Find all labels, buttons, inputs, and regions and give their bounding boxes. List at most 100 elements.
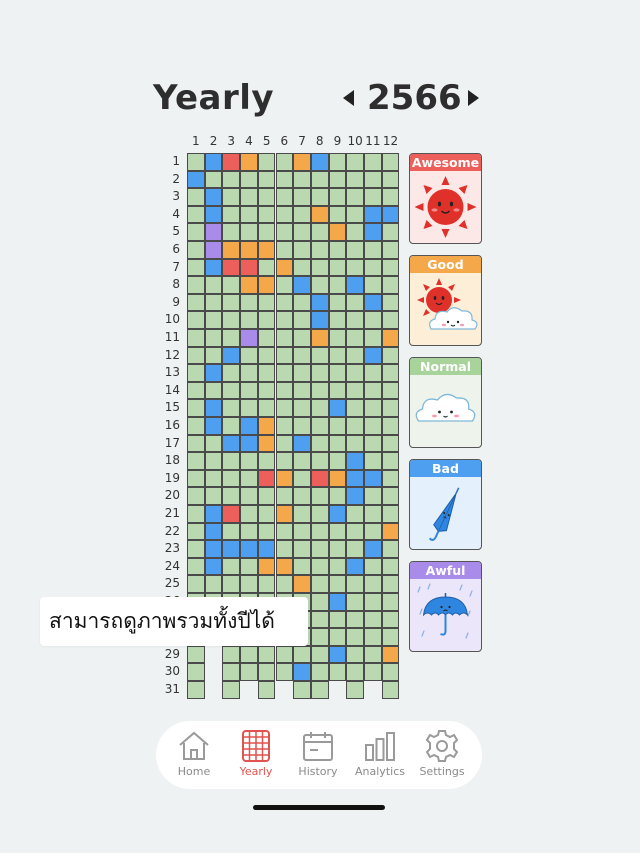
day-cell[interactable] [187,223,205,241]
day-cell[interactable] [275,487,294,505]
day-cell[interactable] [346,610,364,629]
day-cell[interactable] [381,205,400,224]
day-cell[interactable] [381,364,400,382]
day-cell[interactable] [240,346,258,365]
day-cell[interactable] [187,170,205,189]
day-cell[interactable] [257,223,276,241]
day-cell[interactable] [187,241,205,259]
day-cell[interactable] [187,452,205,470]
day-cell[interactable] [328,417,347,435]
day-cell[interactable] [240,205,258,224]
day-cell[interactable] [187,663,205,681]
day-cell[interactable] [240,170,258,189]
day-cell[interactable] [381,311,400,329]
day-cell[interactable] [293,364,311,382]
tab-yearly[interactable]: Yearly [225,729,287,785]
day-cell[interactable] [293,505,311,523]
day-cell[interactable] [310,205,329,224]
day-cell[interactable] [240,399,258,417]
day-cell[interactable] [293,311,311,329]
day-cell[interactable] [381,452,400,470]
day-cell[interactable] [240,153,258,171]
day-cell[interactable] [293,170,311,189]
day-cell[interactable] [240,329,258,347]
tab-settings[interactable]: Settings [411,729,473,785]
day-cell[interactable] [187,522,205,541]
day-cell[interactable] [187,557,205,576]
day-cell[interactable] [187,434,205,453]
day-cell[interactable] [187,505,205,523]
day-cell[interactable] [293,575,311,593]
day-cell[interactable] [240,487,258,505]
day-cell[interactable] [257,505,276,523]
day-cell[interactable] [275,434,294,453]
day-cell[interactable] [222,399,241,417]
day-cell[interactable] [257,575,276,593]
day-cell[interactable] [222,469,241,488]
day-cell[interactable] [328,628,347,646]
day-cell[interactable] [275,663,294,681]
day-cell[interactable] [257,645,276,664]
day-cell[interactable] [293,241,311,259]
day-cell[interactable] [187,469,205,488]
day-cell[interactable] [240,557,258,576]
day-cell[interactable] [346,364,364,382]
day-cell[interactable] [328,329,347,347]
day-cell[interactable] [310,557,329,576]
day-cell[interactable] [222,505,241,523]
day-cell[interactable] [364,346,382,365]
day-cell[interactable] [240,540,258,558]
day-cell[interactable] [275,469,294,488]
day-cell[interactable] [310,681,329,699]
day-cell[interactable] [204,522,223,541]
previous-year-arrow-icon[interactable] [342,89,356,107]
day-cell[interactable] [240,434,258,453]
day-cell[interactable] [328,399,347,417]
day-cell[interactable] [187,645,205,664]
day-cell[interactable] [222,487,241,505]
day-cell[interactable] [346,452,364,470]
day-cell[interactable] [328,188,347,206]
day-cell[interactable] [310,593,329,611]
legend-card-awesome[interactable]: Awesome [409,153,482,244]
day-cell[interactable] [275,399,294,417]
day-cell[interactable] [187,381,205,400]
tab-history[interactable]: History [287,729,349,785]
day-cell[interactable] [293,205,311,224]
day-cell[interactable] [240,223,258,241]
legend-card-normal[interactable]: Normal [409,357,482,448]
day-cell[interactable] [381,575,400,593]
day-cell[interactable] [310,258,329,277]
day-cell[interactable] [328,645,347,664]
day-cell[interactable] [257,540,276,558]
day-cell[interactable] [222,223,241,241]
day-cell[interactable] [364,487,382,505]
day-cell[interactable] [275,223,294,241]
day-cell[interactable] [381,628,400,646]
day-cell[interactable] [204,170,223,189]
day-cell[interactable] [204,188,223,206]
day-cell[interactable] [328,223,347,241]
legend-card-awful[interactable]: Awful [409,561,482,652]
day-cell[interactable] [310,311,329,329]
day-cell[interactable] [328,487,347,505]
day-cell[interactable] [381,223,400,241]
day-cell[interactable] [222,170,241,189]
day-cell[interactable] [310,170,329,189]
day-cell[interactable] [381,610,400,629]
day-cell[interactable] [364,258,382,277]
day-cell[interactable] [293,381,311,400]
day-cell[interactable] [222,276,241,294]
tab-home[interactable]: Home [163,729,225,785]
day-cell[interactable] [346,575,364,593]
day-cell[interactable] [381,170,400,189]
day-cell[interactable] [328,170,347,189]
day-cell[interactable] [204,557,223,576]
day-cell[interactable] [257,241,276,259]
day-cell[interactable] [293,434,311,453]
day-cell[interactable] [346,434,364,453]
day-cell[interactable] [310,452,329,470]
day-cell[interactable] [293,153,311,171]
day-cell[interactable] [293,681,311,699]
day-cell[interactable] [293,223,311,241]
